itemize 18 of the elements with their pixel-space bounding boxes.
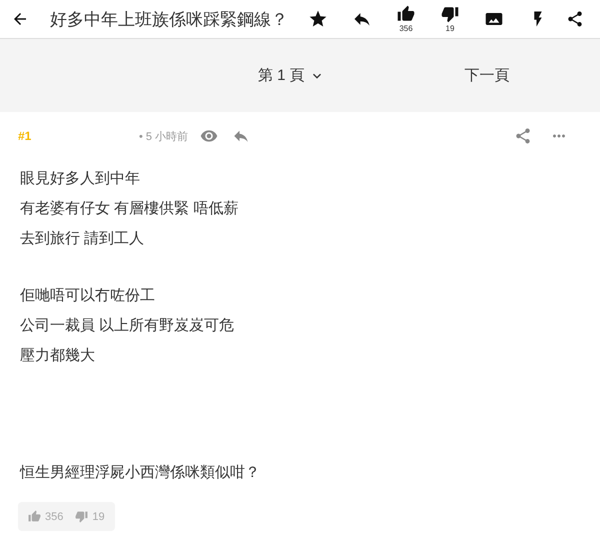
post-text-line: 公司一裁員 以上所有野岌岌可危 — [20, 316, 236, 336]
like-button[interactable]: 356 — [384, 5, 428, 33]
floor-number: #1 — [18, 129, 32, 143]
page-selector[interactable]: 第 1 頁 — [258, 66, 325, 85]
thumbs-down-icon — [75, 510, 88, 523]
dislike-button[interactable]: 19 — [428, 5, 472, 33]
post-text-line: 有老婆有仔女 有層樓供緊 唔低薪 — [20, 199, 240, 219]
post-text-line: 去到旅行 請到工人 — [20, 229, 146, 249]
post-text-line: 佢哋唔可以冇咗份工 — [20, 286, 156, 306]
thumbs-down-icon — [441, 5, 459, 23]
post-text-line: 眼見好多人到中年 — [20, 169, 141, 189]
thumbs-up-icon — [28, 510, 41, 523]
next-page-link[interactable]: 下一頁 — [464, 66, 510, 85]
thumbs-up-icon — [397, 5, 415, 23]
post-time: • 5 小時前 — [139, 130, 188, 144]
post-text-line: 恒生男經理浮屍小西灣係咪類似咁？ — [20, 463, 261, 483]
thread-title: 好多中年上班族係咪踩緊鋼線？ — [50, 8, 289, 30]
post-text-line: 壓力都幾大 — [20, 346, 96, 366]
